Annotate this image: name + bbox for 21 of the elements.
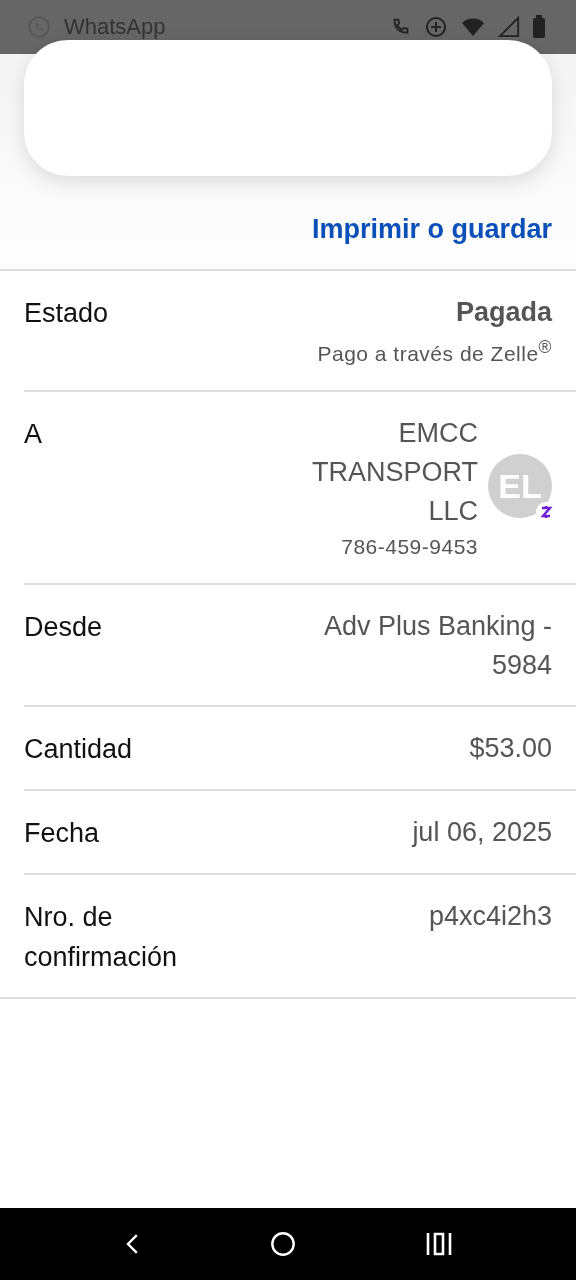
row-label: Fecha: [24, 817, 100, 850]
signal-icon: [498, 16, 520, 38]
row-label: A: [24, 418, 42, 451]
battery-icon: [532, 15, 546, 39]
payment-method: Pago a través de Zelle$^{®}$: [317, 336, 552, 367]
phone-number: 786-459-9453: [341, 534, 478, 560]
row-label: Desde: [24, 611, 103, 644]
row-label: Estado: [24, 297, 109, 330]
recipient-name: EMCC TRANSPORT LLC: [310, 417, 478, 528]
plus-circle-icon: [424, 15, 448, 39]
print-link[interactable]: Imprimir o guardar: [311, 214, 552, 245]
row-value: p4xc4i2h3: [428, 900, 552, 933]
row-value: jul 06, 2025: [412, 816, 552, 849]
back-icon[interactable]: [124, 1232, 140, 1256]
row-label: Nro. de confirmación: [24, 901, 179, 974]
home-icon[interactable]: [270, 1231, 296, 1257]
row-value: $53.00: [469, 732, 552, 765]
row-value: Adv Plus Banking - 5984: [322, 610, 552, 682]
status-value: Pagada: [455, 296, 552, 329]
row-label: Cantidad: [24, 733, 133, 766]
recents-icon[interactable]: [426, 1232, 452, 1256]
